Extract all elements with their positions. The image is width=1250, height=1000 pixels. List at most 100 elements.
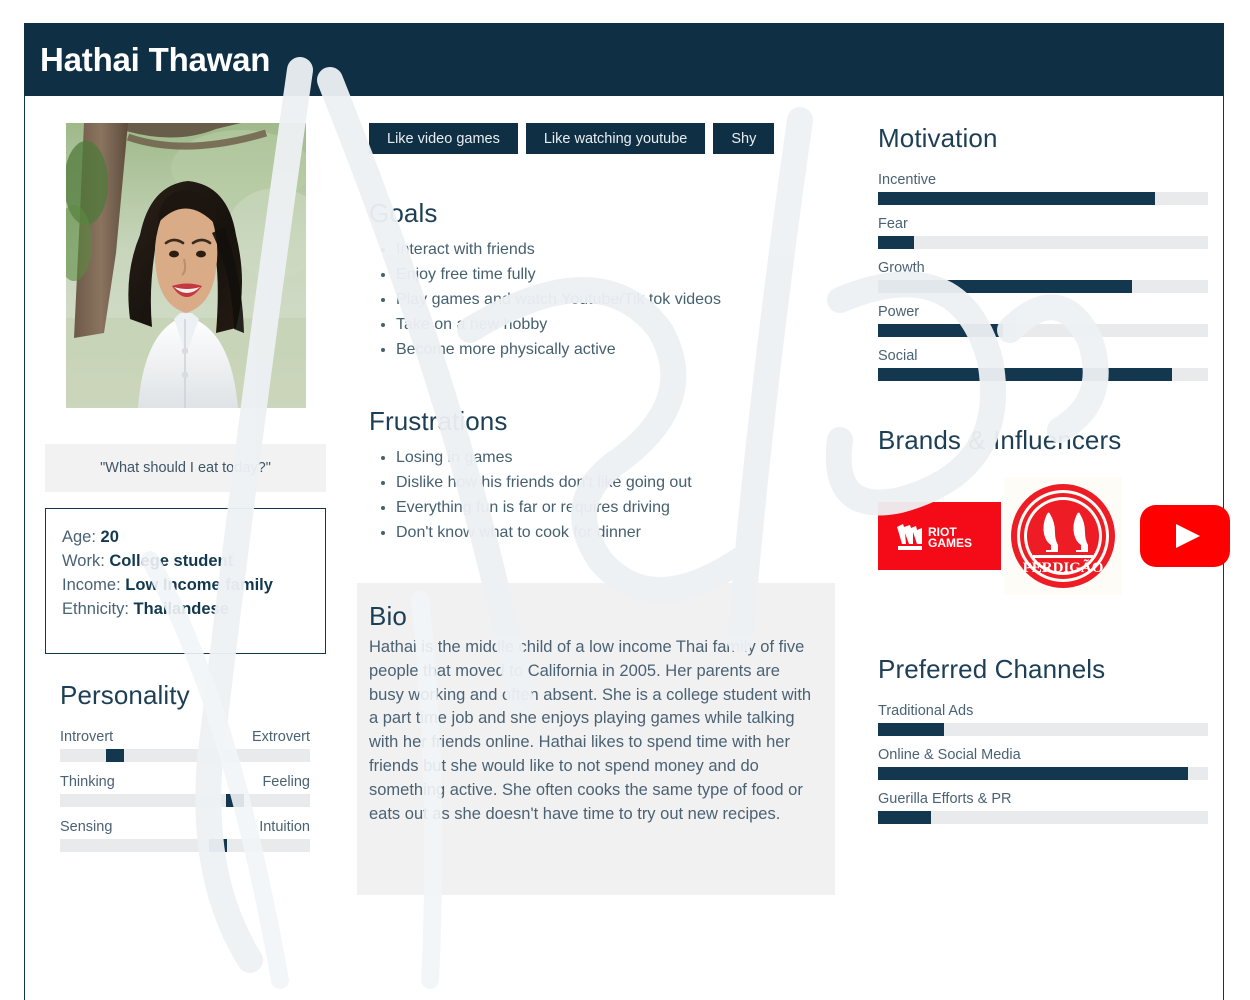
scale-left-label: Introvert bbox=[60, 729, 114, 745]
card-header: Hathai Thawan bbox=[24, 23, 1224, 96]
personality-slider[interactable] bbox=[60, 839, 310, 852]
channels-title: Preferred Channels bbox=[878, 654, 1106, 684]
personality-section: Personality Introvert Extrovert Thinking… bbox=[45, 680, 337, 852]
bio-panel: Bio Hathai is the middle child of a low … bbox=[357, 583, 835, 895]
demographics-value: 20 bbox=[100, 528, 119, 546]
scale-right-label: Intuition bbox=[259, 819, 310, 835]
bar-label: Guerilla Efforts & PR bbox=[878, 791, 1012, 807]
list-item: Everything fun is far or requires drivin… bbox=[396, 495, 852, 520]
channels-section: Preferred Channels Traditional Ads Onlin… bbox=[878, 654, 1208, 824]
scale-left-label: Sensing bbox=[60, 819, 113, 835]
motivation-section: Motivation Incentive Fear Growth Power S… bbox=[878, 123, 1208, 381]
bar-label: Social bbox=[878, 348, 918, 364]
motivation-bar: Incentive bbox=[878, 172, 1208, 205]
frustrations-section: Frustrations Losing in games Dislike how… bbox=[360, 406, 852, 545]
bio-text: Hathai is the middle child of a low inco… bbox=[369, 638, 812, 823]
bar-label: Incentive bbox=[878, 172, 937, 188]
demographics-label: Ethnicity: bbox=[62, 600, 129, 618]
list-item: Interact with friends bbox=[396, 237, 852, 262]
channel-bar: Traditional Ads bbox=[878, 703, 1208, 736]
frustrations-list: Losing in games Dislike how his friends … bbox=[369, 445, 852, 545]
slider-thumb[interactable] bbox=[208, 839, 227, 852]
motivation-bar: Growth bbox=[878, 260, 1208, 293]
list-item: Don't know what to cook for dinner bbox=[396, 520, 852, 545]
channels-bars: Traditional Ads Online & Social Media Gu… bbox=[878, 703, 1208, 824]
trait-tag[interactable]: Like video games bbox=[369, 123, 518, 154]
svg-text:GAMES: GAMES bbox=[928, 536, 972, 550]
list-item: Become more physically active bbox=[396, 337, 852, 362]
personality-scale: Sensing Intuition bbox=[60, 819, 310, 852]
demographics-row: Ethnicity: Thailandese bbox=[62, 597, 325, 621]
bar-fill bbox=[878, 280, 1133, 293]
bar-fill bbox=[878, 723, 944, 736]
demographics-row: Work: College student bbox=[62, 549, 325, 573]
scale-right-label: Feeling bbox=[262, 774, 310, 790]
motivation-bar: Fear bbox=[878, 216, 1208, 249]
riot-games-logo: RIOT GAMES bbox=[878, 502, 1001, 570]
svg-text:PERDIGÃO: PERDIGÃO bbox=[1023, 558, 1104, 576]
bar-track bbox=[878, 280, 1208, 293]
frustrations-title: Frustrations bbox=[369, 406, 508, 436]
persona-photo bbox=[66, 123, 306, 408]
bar-label: Online & Social Media bbox=[878, 747, 1021, 763]
bar-fill bbox=[878, 767, 1189, 780]
trait-tags: Like video games Like watching youtube S… bbox=[369, 123, 852, 154]
personality-scale-labels: Introvert Extrovert bbox=[60, 729, 310, 745]
demographics-row: Income: Low Income family bbox=[62, 573, 325, 597]
channel-bar: Guerilla Efforts & PR bbox=[878, 791, 1208, 824]
bar-fill bbox=[878, 324, 1004, 337]
demographics-label: Income: bbox=[62, 576, 121, 594]
goals-list: Interact with friends Enjoy free time fu… bbox=[369, 237, 852, 362]
goals-section: Goals Interact with friends Enjoy free t… bbox=[360, 198, 852, 362]
persona-page: Hathai Thawan "What should I eat today?"… bbox=[0, 0, 1250, 1000]
bar-track bbox=[878, 236, 1208, 249]
persona-quote: "What should I eat today?" bbox=[45, 444, 326, 492]
personality-title: Personality bbox=[60, 680, 190, 710]
trait-tag[interactable]: Shy bbox=[713, 123, 775, 154]
brands-title: Brands & Influencers bbox=[878, 425, 1122, 455]
brands-logos: RIOT GAMES PERDIGÃO bbox=[878, 476, 1230, 596]
left-column: "What should I eat today?" Age: 20 Work:… bbox=[25, 123, 337, 895]
bar-fill bbox=[878, 236, 915, 249]
bar-label: Fear bbox=[878, 216, 908, 232]
middle-column: Like video games Like watching youtube S… bbox=[337, 123, 852, 895]
demographics-box: Age: 20 Work: College student Income: Lo… bbox=[45, 508, 326, 654]
demographics-label: Work: bbox=[62, 552, 105, 570]
bar-label: Power bbox=[878, 304, 920, 320]
perdigao-logo: PERDIGÃO bbox=[1004, 477, 1122, 595]
bar-fill bbox=[878, 811, 931, 824]
quote-text: "What should I eat today?" bbox=[100, 460, 271, 476]
list-item: Losing in games bbox=[396, 445, 852, 470]
slider-thumb[interactable] bbox=[106, 749, 124, 762]
list-item: Play games and watch Youtube/Tik tok vid… bbox=[396, 287, 852, 312]
personality-scale-labels: Thinking Feeling bbox=[60, 774, 310, 790]
demographics-value: College student bbox=[109, 552, 234, 570]
bar-label: Growth bbox=[878, 260, 925, 276]
card-body: "What should I eat today?" Age: 20 Work:… bbox=[25, 96, 1230, 895]
scale-left-label: Thinking bbox=[60, 774, 115, 790]
bar-fill bbox=[878, 368, 1172, 381]
personality-scales: Introvert Extrovert Thinking Feeling Sen… bbox=[60, 729, 310, 852]
demographics-value: Thailandese bbox=[133, 600, 229, 618]
demographics-value: Low Income family bbox=[125, 576, 273, 594]
page-title: Hathai Thawan bbox=[40, 40, 271, 78]
trait-tag[interactable]: Like watching youtube bbox=[525, 123, 706, 154]
personality-scale: Introvert Extrovert bbox=[60, 729, 310, 762]
list-item: Dislike how his friends don't like going… bbox=[396, 470, 852, 495]
list-item: Take on a new hobby bbox=[396, 312, 852, 337]
scale-right-label: Extrovert bbox=[251, 729, 310, 745]
bar-track bbox=[878, 324, 1208, 337]
channel-bar: Online & Social Media bbox=[878, 747, 1208, 780]
bio-title: Bio bbox=[369, 601, 407, 631]
bar-track bbox=[878, 811, 1208, 824]
bar-track bbox=[878, 368, 1208, 381]
motivation-bar: Power bbox=[878, 304, 1208, 337]
personality-slider[interactable] bbox=[60, 749, 310, 762]
slider-thumb[interactable] bbox=[226, 794, 244, 807]
goals-title: Goals bbox=[369, 198, 438, 228]
personality-scale-labels: Sensing Intuition bbox=[60, 819, 310, 835]
persona-card: Hathai Thawan "What should I eat today?"… bbox=[24, 23, 1230, 1000]
right-column: Motivation Incentive Fear Growth Power S… bbox=[852, 123, 1230, 895]
personality-slider[interactable] bbox=[60, 794, 310, 807]
personality-scale: Thinking Feeling bbox=[60, 774, 310, 807]
